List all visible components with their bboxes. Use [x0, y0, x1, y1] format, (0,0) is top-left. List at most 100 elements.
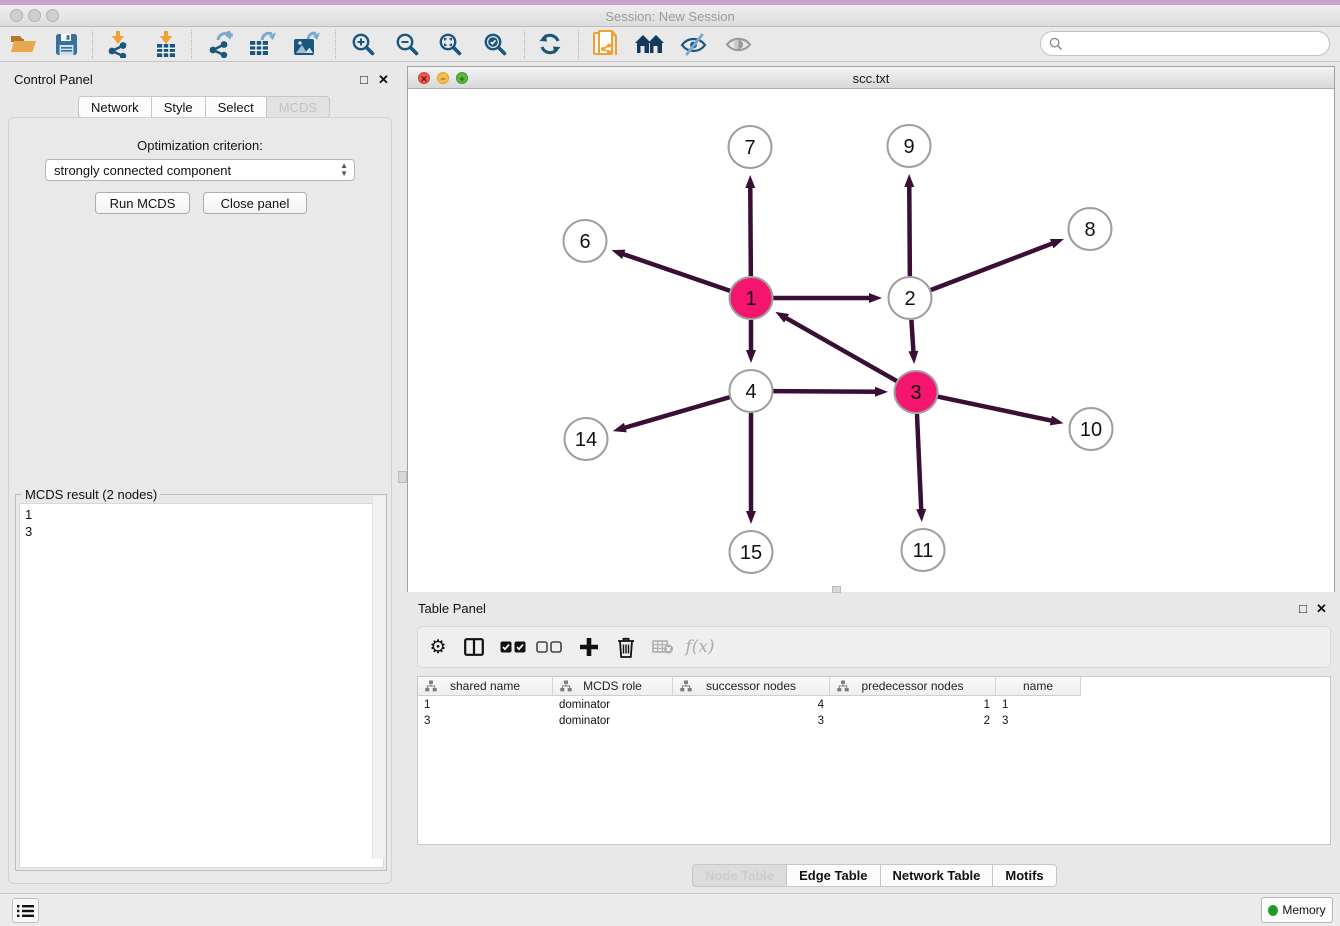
mcds-result-text[interactable]: 1 3	[19, 503, 384, 868]
plus-icon[interactable]	[571, 627, 607, 667]
application-window: Session: New Session	[0, 0, 1340, 926]
svg-text:3: 3	[910, 382, 921, 404]
column-header-shared-name[interactable]: shared name	[418, 677, 553, 695]
graph-edge-2-3[interactable]	[911, 320, 913, 353]
search-box	[1040, 31, 1330, 56]
network-view-window: ✕ − + scc.txt 7968124314101511	[407, 66, 1335, 592]
tab-mcds[interactable]: MCDS	[266, 96, 330, 118]
zoom-selected-icon[interactable]	[476, 27, 514, 61]
column-header-MCDS-role[interactable]: MCDS role	[553, 677, 673, 695]
svg-text:7: 7	[744, 137, 755, 159]
graph-edge-3-10[interactable]	[938, 397, 1053, 421]
zoom-fit-icon[interactable]	[431, 27, 469, 61]
vertical-splitter-handle[interactable]	[398, 471, 407, 483]
graph-node-1[interactable]: 1	[730, 277, 773, 319]
float-panel-icon[interactable]: □	[360, 72, 368, 87]
svg-text:11: 11	[913, 540, 934, 562]
close-panel-icon[interactable]: ✕	[378, 72, 389, 88]
run-mcds-button[interactable]: Run MCDS	[95, 192, 190, 214]
hide-graphics-icon[interactable]	[674, 27, 712, 61]
close-table-panel-icon[interactable]: ✕	[1316, 601, 1327, 617]
gear-icon[interactable]: ⚙	[420, 627, 456, 667]
graph-edge-3-11[interactable]	[917, 414, 921, 511]
column-header-name[interactable]: name	[996, 677, 1081, 695]
table-cell: dominator	[553, 697, 673, 713]
clone-network-icon[interactable]	[586, 27, 624, 61]
tab-network[interactable]: Network	[78, 96, 152, 118]
graph-node-7[interactable]: 7	[729, 126, 772, 168]
toolbar-separator	[578, 30, 579, 59]
refresh-icon[interactable]	[531, 27, 569, 61]
tab-node-table[interactable]: Node Table	[692, 864, 787, 887]
svg-text:9: 9	[903, 136, 914, 158]
graph-edge-arrowhead	[904, 174, 914, 187]
search-input[interactable]	[1063, 34, 1329, 54]
home-icon[interactable]	[630, 27, 668, 61]
graph-node-14[interactable]: 14	[565, 418, 608, 460]
export-image-icon[interactable]	[287, 27, 325, 61]
import-table-icon[interactable]	[147, 27, 185, 61]
zoom-out-icon[interactable]	[388, 27, 426, 61]
graph-node-8[interactable]: 8	[1069, 208, 1112, 250]
unchecked-boxes-icon[interactable]	[531, 627, 567, 667]
tab-style[interactable]: Style	[151, 96, 206, 118]
control-panel-title: Control Panel	[14, 72, 93, 87]
close-panel-button[interactable]: Close panel	[203, 192, 307, 214]
main-toolbar	[0, 27, 1340, 62]
column-header-successor-nodes[interactable]: successor nodes	[673, 677, 830, 695]
table-cell: 3	[673, 713, 830, 729]
graph-edge-2-8[interactable]	[931, 243, 1054, 290]
checked-boxes-icon[interactable]	[495, 627, 531, 667]
export-network-icon[interactable]	[200, 27, 238, 61]
svg-text:15: 15	[740, 542, 762, 564]
graph-edge-arrowhead	[869, 293, 882, 303]
table-toolbar: ⚙ f(x)	[417, 626, 1331, 668]
import-network-icon[interactable]	[99, 27, 137, 61]
graph-edge-3-1[interactable]	[785, 317, 897, 381]
table-delete-icon[interactable]	[645, 627, 681, 667]
control-panel-tabs: Network Style Select MCDS	[78, 96, 330, 118]
network-canvas-svg[interactable]: 7 9 6 8 1 2 4 3 14 10 15 11	[408, 89, 1334, 592]
tab-motifs[interactable]: Motifs	[992, 864, 1056, 887]
save-session-icon[interactable]	[47, 27, 85, 61]
function-icon[interactable]: f(x)	[682, 627, 718, 667]
table-cell: 1	[996, 697, 1081, 713]
horizontal-splitter-handle[interactable]	[832, 586, 841, 593]
open-file-icon[interactable]	[4, 27, 42, 61]
export-table-icon[interactable]	[243, 27, 281, 61]
graph-edge-arrowhead	[746, 511, 756, 524]
tab-select[interactable]: Select	[205, 96, 267, 118]
graph-node-3[interactable]: 3	[895, 371, 938, 413]
graph-node-15[interactable]: 15	[730, 531, 773, 573]
graph-edge-arrowhead	[916, 509, 926, 522]
tab-edge-table[interactable]: Edge Table	[786, 864, 880, 887]
result-scrollbar[interactable]	[372, 496, 385, 859]
memory-button[interactable]: Memory	[1261, 897, 1333, 923]
svg-text:10: 10	[1080, 419, 1102, 441]
chevron-up-down-icon: ▲▼	[340, 162, 348, 178]
graph-node-4[interactable]: 4	[730, 370, 773, 412]
criterion-dropdown[interactable]: strongly connected component ▲▼	[45, 159, 355, 181]
float-table-panel-icon[interactable]: □	[1299, 601, 1307, 616]
table-row[interactable]: 1dominator411	[418, 697, 1081, 713]
graph-edge-2-9[interactable]	[909, 185, 910, 276]
task-history-button[interactable]	[12, 898, 39, 923]
graph-node-10[interactable]: 10	[1070, 408, 1113, 450]
tab-network-table[interactable]: Network Table	[880, 864, 994, 887]
table-row[interactable]: 3dominator323	[418, 713, 1081, 729]
zoom-in-icon[interactable]	[344, 27, 382, 61]
graph-edge-1-7[interactable]	[750, 186, 751, 276]
table-cell: 3	[996, 713, 1081, 729]
graph-edge-4-14[interactable]	[623, 397, 729, 428]
node-table: shared nameMCDS rolesuccessor nodesprede…	[417, 676, 1331, 845]
graph-node-2[interactable]: 2	[889, 277, 932, 319]
graph-node-11[interactable]: 11	[902, 529, 945, 571]
graph-edge-1-6[interactable]	[622, 254, 730, 291]
column-header-predecessor-nodes[interactable]: predecessor nodes	[830, 677, 996, 695]
columns-icon[interactable]	[456, 627, 492, 667]
graph-edge-4-3[interactable]	[773, 391, 877, 392]
show-graphics-icon[interactable]	[719, 27, 757, 61]
graph-node-9[interactable]: 9	[888, 125, 931, 167]
graph-node-6[interactable]: 6	[564, 220, 607, 262]
trash-icon[interactable]	[608, 627, 644, 667]
